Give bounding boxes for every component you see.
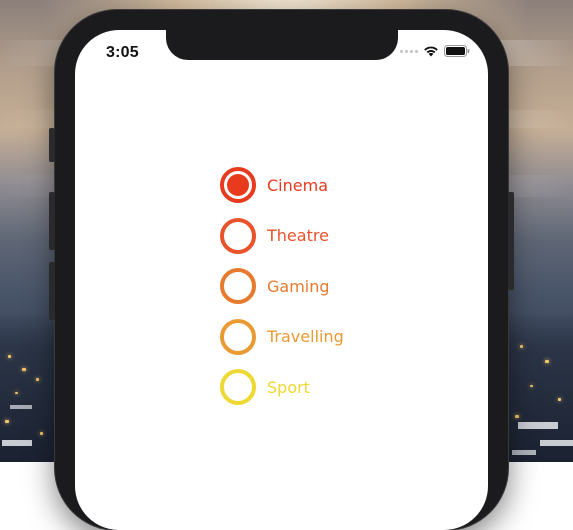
- city-light: [36, 378, 39, 381]
- city-light: [5, 420, 9, 423]
- city-light: [8, 355, 11, 358]
- city-light: [558, 398, 561, 401]
- radio-label: Theatre: [267, 226, 329, 246]
- city-light: [515, 415, 519, 418]
- rooftop: [10, 405, 32, 409]
- radio-option-theatre[interactable]: Theatre: [220, 211, 344, 262]
- city-light: [40, 432, 43, 435]
- city-light: [545, 360, 549, 363]
- radio-button[interactable]: [220, 268, 256, 305]
- power-button: [508, 192, 514, 290]
- battery-icon: [444, 45, 470, 57]
- volume-down-button: [49, 262, 55, 320]
- notch: [166, 30, 398, 60]
- status-time: 3:05: [106, 44, 139, 61]
- city-light: [15, 392, 18, 394]
- rooftop: [2, 440, 32, 446]
- radio-option-gaming[interactable]: Gaming: [220, 261, 344, 312]
- radio-button[interactable]: [220, 217, 256, 254]
- radio-group: Cinema Theatre Gaming Travelling Sport: [220, 160, 344, 413]
- radio-selected-dot: [227, 174, 249, 197]
- city-light: [22, 368, 26, 371]
- radio-button[interactable]: [220, 369, 256, 406]
- wifi-icon: [424, 46, 438, 57]
- radio-label: Gaming: [267, 276, 330, 296]
- city-light: [520, 345, 523, 348]
- mute-switch: [49, 128, 55, 162]
- radio-option-cinema[interactable]: Cinema: [220, 160, 344, 211]
- radio-button[interactable]: [220, 167, 256, 204]
- radio-label: Cinema: [267, 175, 328, 195]
- city-light: [530, 385, 533, 387]
- rooftop: [540, 440, 573, 446]
- radio-option-sport[interactable]: Sport: [220, 362, 344, 413]
- rooftop: [518, 422, 558, 429]
- radio-label: Sport: [267, 377, 310, 397]
- volume-up-button: [49, 192, 55, 250]
- phone-screen: 3:05 Cinema Theatre Gaming Travelling Sport: [75, 30, 488, 530]
- radio-button[interactable]: [220, 318, 256, 355]
- status-icons: [400, 45, 470, 57]
- rooftop: [512, 450, 536, 455]
- radio-label: Travelling: [267, 327, 344, 347]
- cellular-dots-icon: [400, 49, 418, 53]
- radio-option-travelling[interactable]: Travelling: [220, 312, 344, 363]
